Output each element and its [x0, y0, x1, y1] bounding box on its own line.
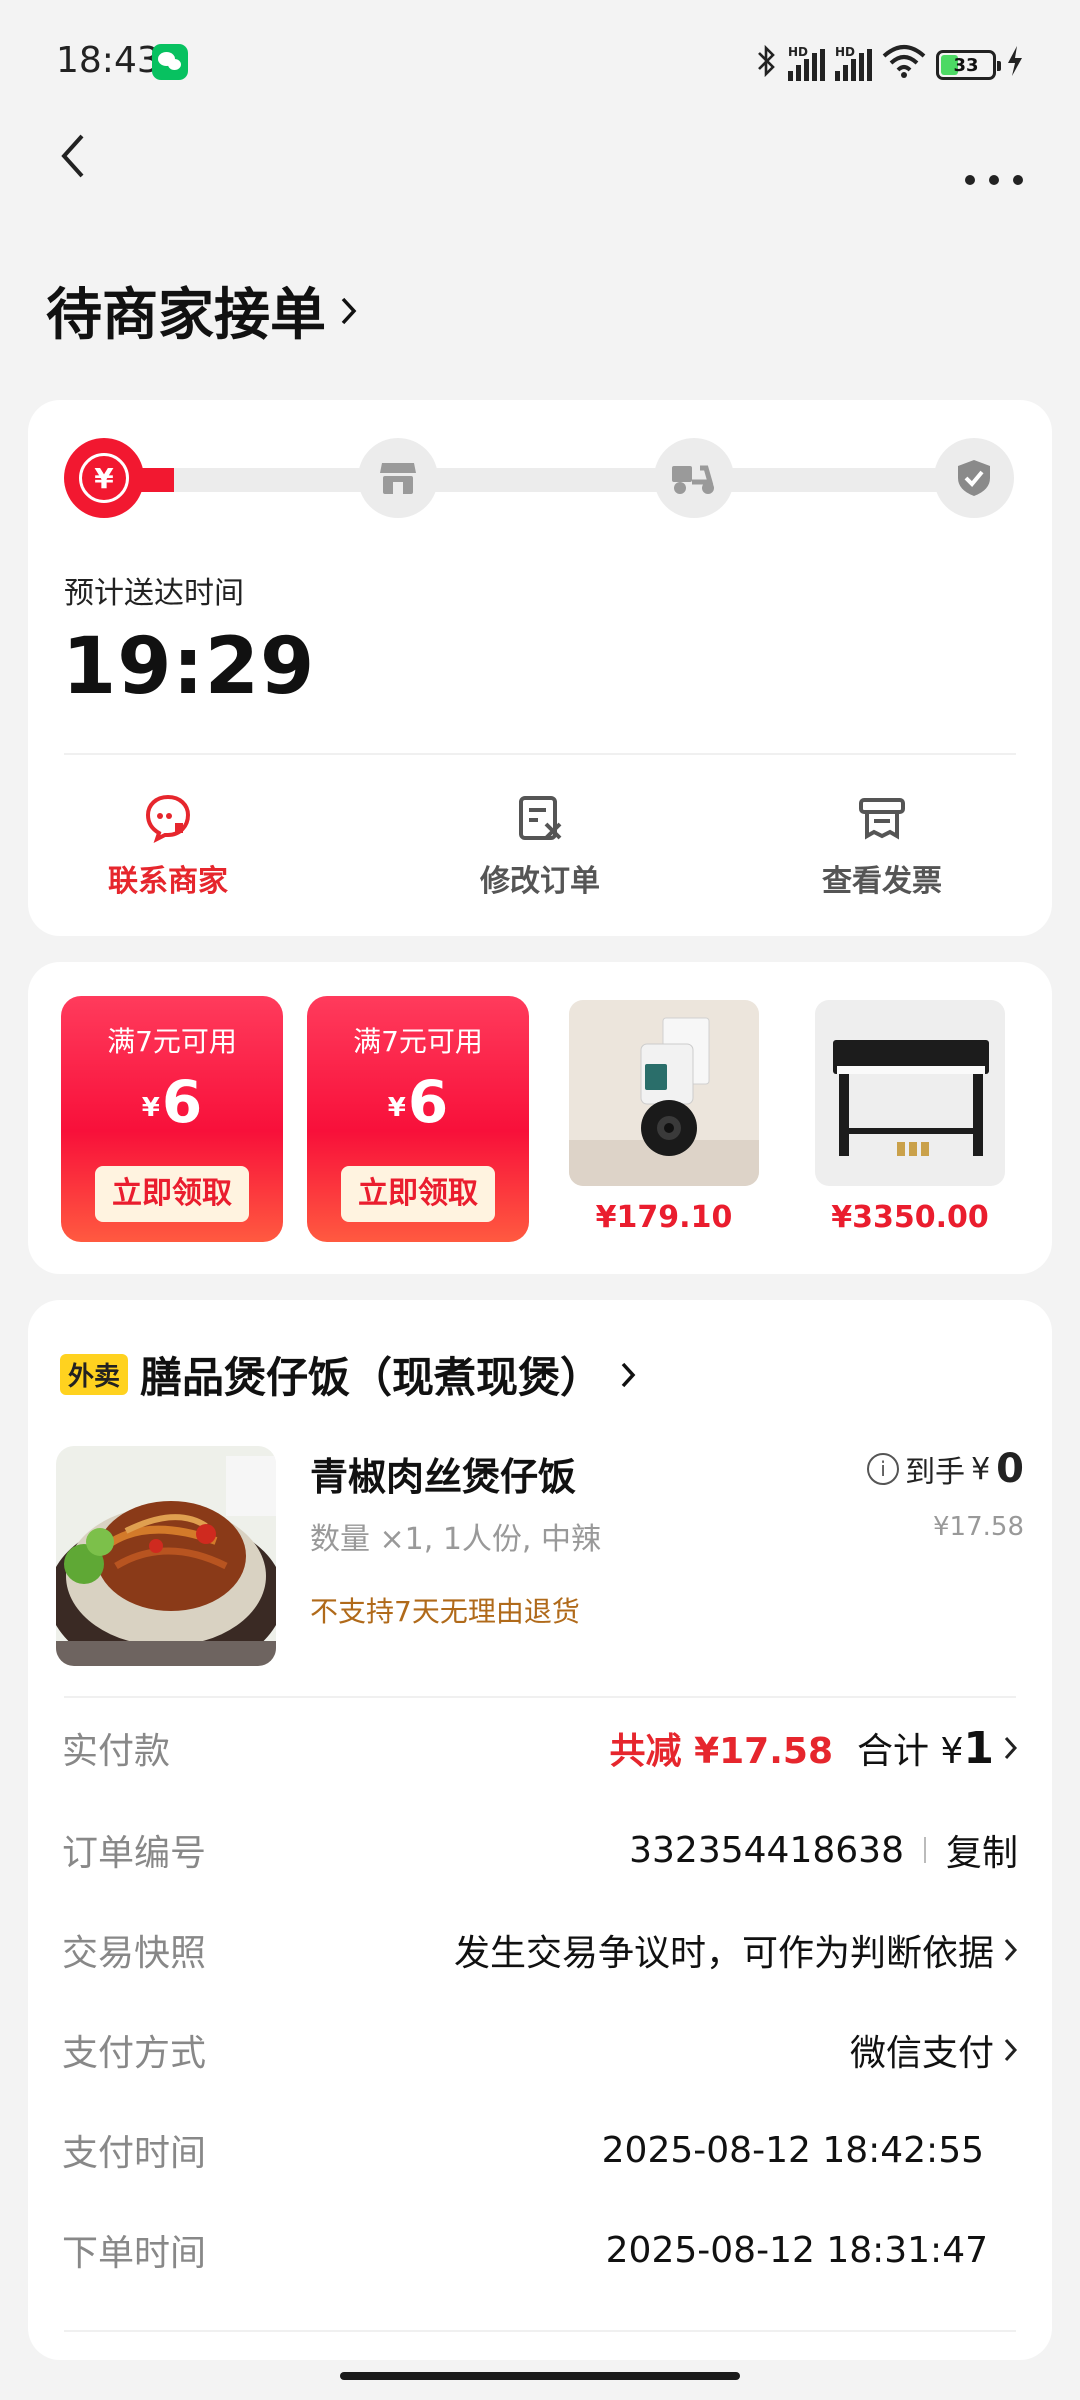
coupon-card-1[interactable]: 满7元可用 ¥6 立即领取 [61, 996, 283, 1242]
status-bar: 18:43 HD HD 33 [0, 0, 1080, 120]
product-price: ¥179.10 [595, 1200, 733, 1235]
coupon-card-2[interactable]: 满7元可用 ¥6 立即领取 [307, 996, 529, 1242]
order-time-row: 下单时间 2025-08-12 18:31:47 [62, 2220, 1018, 2280]
store-header[interactable]: 外卖 膳品煲仔饭（现煮现煲） [60, 1344, 636, 1405]
eta-label: 预计送达时间 [64, 576, 244, 611]
takeout-tag: 外卖 [60, 1354, 129, 1395]
order-number-label: 订单编号 [62, 1833, 207, 1874]
delivery-status-card: ¥ 预计送达时间 19:29 联系商家 修改订单 查看发票 [28, 400, 1052, 936]
payment-time-row: 支付时间 2025-08-12 18:42:55 [62, 2120, 1018, 2180]
order-number-row: 订单编号 332354418638 复制 [62, 1820, 1018, 1880]
chat-icon [145, 794, 191, 843]
status-time: 18:43 [56, 40, 160, 81]
coupon-condition: 满7元可用 [353, 1025, 483, 1058]
order-detail-card: 外卖 膳品煲仔饭（现煮现煲） 青椒肉丝煲仔饭 数量 ×1, 1人份, 中辣 不支… [28, 1300, 1052, 2360]
item-name: 青椒肉丝煲仔饭 [310, 1455, 577, 1499]
trade-snapshot-row[interactable]: 交易快照 发生交易争议时，可作为判断依据 [62, 1920, 1018, 1980]
item-spec: 数量 ×1, 1人份, 中辣 [310, 1522, 601, 1557]
charging-icon [1006, 46, 1024, 84]
battery-icon: 33 [936, 50, 1001, 80]
product-price: ¥3350.00 [831, 1200, 989, 1235]
modify-order-button[interactable]: 修改订单 [420, 790, 660, 900]
coupon-condition: 满7元可用 [107, 1025, 237, 1058]
home-indicator[interactable] [340, 2372, 740, 2380]
view-invoice-label: 查看发票 [822, 864, 942, 899]
bluetooth-icon [756, 44, 778, 86]
eta-time: 19:29 [62, 622, 316, 712]
cell-signal-icon-2: HD [835, 45, 872, 81]
final-price-label: 到手 [905, 1455, 966, 1490]
snapshot-value: 发生交易争议时，可作为判断依据 [453, 1933, 994, 1974]
check-badge-icon [958, 460, 990, 496]
order-total: 合计 ¥1 [857, 1723, 994, 1774]
chevron-right-icon [621, 1362, 636, 1387]
product-card-camera[interactable]: ¥179.10 [569, 1000, 759, 1235]
coupon-amount: ¥6 [387, 1068, 449, 1136]
yuan-icon: ¥ [79, 453, 129, 503]
food-image[interactable] [56, 1446, 276, 1666]
order-number-value: 332354418638 [629, 1829, 904, 1871]
promo-card: 满7元可用 ¥6 立即领取 满7元可用 ¥6 立即领取 ¥179.10 ¥335… [28, 962, 1052, 1274]
final-price-value: 0 [996, 1446, 1024, 1492]
chevron-left-icon [61, 134, 84, 178]
store-icon [380, 463, 416, 494]
status-icons: HD HD 33 [756, 44, 1024, 86]
invoice-icon [859, 798, 905, 840]
payment-method-row[interactable]: 支付方式 微信支付 [62, 2020, 1018, 2080]
product-card-piano[interactable]: ¥3350.00 [815, 1000, 1005, 1235]
paid-label: 实付款 [62, 1731, 171, 1772]
more-button[interactable] [954, 150, 1024, 190]
store-name: 膳品煲仔饭（现煮现煲） [140, 1353, 603, 1402]
contact-merchant-label: 联系商家 [108, 864, 228, 899]
claim-coupon-button[interactable]: 立即领取 [95, 1166, 249, 1222]
chevron-right-icon [341, 297, 357, 324]
step-delivery [654, 438, 734, 518]
camera-product-image [569, 1000, 759, 1186]
progress-track: ¥ [64, 438, 1014, 518]
back-button[interactable] [58, 132, 98, 192]
divider [64, 1696, 1016, 1698]
return-policy-note: 不支持7天无理由退货 [310, 1595, 580, 1628]
paid-amount-row[interactable]: 实付款 共减 ¥17.58 合计 ¥1 [62, 1718, 1018, 1778]
order-time-value: 2025-08-12 18:31:47 [605, 2229, 988, 2271]
payment-time-value: 2025-08-12 18:42:55 [601, 2129, 984, 2171]
coupon-amount: ¥6 [141, 1068, 203, 1136]
modify-order-label: 修改订单 [480, 864, 600, 899]
divider [64, 753, 1016, 755]
item-final-price[interactable]: i 到手 ¥0 [867, 1446, 1024, 1492]
item-original-price: ¥17.58 [933, 1512, 1024, 1542]
scooter-icon [672, 465, 714, 494]
divider [64, 2330, 1016, 2332]
chevron-right-icon [1004, 2038, 1018, 2062]
chevron-right-icon [1004, 1736, 1018, 1760]
page-title-text: 待商家接单 [46, 283, 326, 348]
claim-coupon-button[interactable]: 立即领取 [341, 1166, 495, 1222]
payment-method-label: 支付方式 [62, 2033, 207, 2074]
copy-order-number-button[interactable]: 复制 [946, 1824, 1018, 1876]
step-payment: ¥ [64, 438, 144, 518]
battery-level: 33 [953, 54, 979, 76]
order-time-label: 下单时间 [62, 2233, 207, 2274]
info-icon[interactable]: i [867, 1453, 900, 1485]
piano-product-image [815, 1000, 1005, 1186]
wechat-notification-icon [152, 44, 188, 80]
cell-signal-icon: HD [788, 45, 825, 81]
step-store [358, 438, 438, 518]
edit-order-icon [519, 796, 562, 840]
payment-method-value: 微信支付 [849, 2033, 994, 2074]
discount-total: 共减 ¥17.58 [609, 1731, 834, 1772]
view-invoice-button[interactable]: 查看发票 [762, 790, 1002, 900]
snapshot-label: 交易快照 [62, 1933, 207, 1974]
payment-time-label: 支付时间 [62, 2133, 207, 2174]
chevron-right-icon [1004, 1938, 1018, 1962]
order-status-title[interactable]: 待商家接单 [46, 270, 358, 351]
contact-merchant-button[interactable]: 联系商家 [48, 790, 288, 900]
step-done [934, 438, 1014, 518]
wifi-icon [882, 44, 926, 86]
more-icon [965, 175, 1023, 185]
